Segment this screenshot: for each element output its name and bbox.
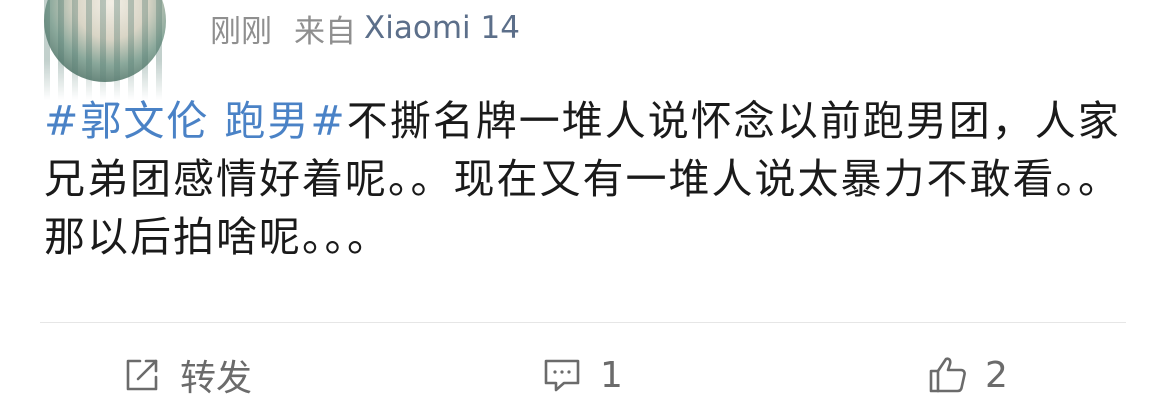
- avatar-overlay: [44, 0, 164, 100]
- divider: [40, 322, 1126, 323]
- source-device[interactable]: Xiaomi 14: [364, 10, 520, 46]
- comment-count: 1: [600, 354, 623, 396]
- share-icon: [120, 353, 164, 397]
- comment-button[interactable]: 1: [540, 340, 623, 410]
- repost-button[interactable]: 转发: [120, 340, 252, 410]
- post-source: 来自 Xiaomi 14: [294, 6, 520, 51]
- post-content: #郭文伦 跑男#不撕名牌一堆人说怀念以前跑男团，人家兄弟团感情好着呢。。现在又有…: [44, 92, 1134, 266]
- thumbs-up-icon: [925, 353, 969, 397]
- comment-icon: [540, 353, 584, 397]
- action-bar: 转发 1 2: [0, 340, 1170, 410]
- post-meta: 刚刚 来自 Xiaomi 14: [210, 6, 520, 50]
- like-count: 2: [985, 354, 1008, 396]
- source-label: 来自: [294, 13, 356, 50]
- repost-label: 转发: [180, 358, 253, 399]
- post-time: 刚刚: [210, 13, 272, 50]
- like-button[interactable]: 2: [925, 340, 1008, 410]
- topic-link[interactable]: #郭文伦 跑男#: [44, 97, 347, 145]
